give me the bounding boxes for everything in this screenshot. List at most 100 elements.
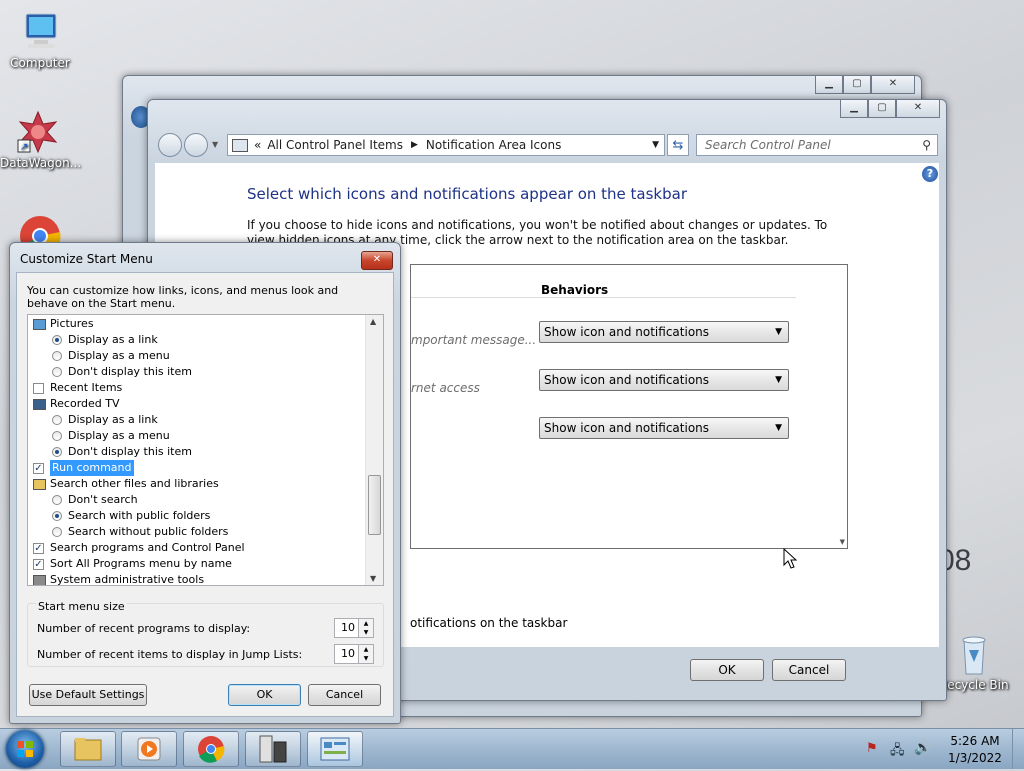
cancel-button[interactable]: Cancel bbox=[772, 659, 846, 681]
recent-items-stepper[interactable]: 10 ▲ ▼ bbox=[334, 644, 374, 664]
checkbox[interactable] bbox=[33, 382, 44, 394]
use-default-settings-button[interactable]: Use Default Settings bbox=[29, 684, 147, 706]
close-button[interactable]: ✕ bbox=[361, 251, 393, 270]
minimize-button[interactable]: ▁ bbox=[815, 76, 843, 94]
radio-button[interactable] bbox=[52, 431, 62, 441]
cancel-button[interactable]: Cancel bbox=[308, 684, 381, 706]
desktop-icon-recycle-bin[interactable]: Recycle Bin bbox=[936, 632, 1012, 692]
icons-list[interactable]: Behaviors mportant message... rnet acces… bbox=[410, 264, 848, 549]
checkbox[interactable]: ✓ bbox=[33, 558, 44, 570]
ok-button[interactable]: OK bbox=[690, 659, 764, 681]
list-item[interactable]: Display as a link bbox=[52, 412, 158, 428]
behavior-dropdown-2[interactable]: Show icon and notifications ▼ bbox=[539, 369, 789, 391]
radio-button[interactable] bbox=[52, 351, 62, 361]
list-item[interactable]: System administrative tools bbox=[33, 572, 205, 586]
desktop-icon-computer[interactable]: Computer bbox=[2, 10, 78, 70]
windows-logo-icon bbox=[17, 741, 33, 757]
search-icon[interactable]: ⚲ bbox=[922, 138, 931, 152]
desktop-icon-datawagon[interactable]: ↗ DataWagon... bbox=[0, 110, 81, 170]
list-item[interactable]: Pictures bbox=[33, 316, 94, 332]
list-item[interactable]: ✓ Run command bbox=[33, 460, 134, 476]
list-scroll-down-icon[interactable]: ▼ bbox=[840, 538, 845, 546]
address-dropdown-icon[interactable]: ▼ bbox=[652, 140, 659, 150]
clock-date[interactable]: 1/3/2022 bbox=[945, 751, 1005, 765]
taskbar-media-player-button[interactable] bbox=[121, 731, 177, 767]
radio-button[interactable] bbox=[52, 511, 62, 521]
list-item[interactable]: Display as a menu bbox=[52, 348, 170, 364]
list-item[interactable]: Search with public folders bbox=[52, 508, 210, 524]
breadcrumb-all-items[interactable]: All Control Panel Items bbox=[267, 138, 403, 152]
stepper-down-icon[interactable]: ▼ bbox=[358, 654, 373, 663]
customize-start-menu-dialog[interactable]: Customize Start Menu ✕ You can customize… bbox=[9, 242, 401, 724]
behavior-dropdown-1[interactable]: Show icon and notifications ▼ bbox=[539, 321, 789, 343]
list-item-label: Recorded TV bbox=[50, 397, 120, 410]
dropdown-arrow-icon: ▼ bbox=[775, 375, 782, 385]
close-button[interactable]: ✕ bbox=[896, 100, 940, 118]
list-item[interactable]: Don't display this item bbox=[52, 444, 192, 460]
taskbar-chrome-button[interactable] bbox=[183, 731, 239, 767]
list-item[interactable]: Search without public folders bbox=[52, 524, 228, 540]
vertical-scrollbar[interactable]: ▲ ▼ bbox=[365, 315, 383, 585]
list-item-label: System administrative tools bbox=[50, 573, 205, 586]
list-item[interactable]: Display as a link bbox=[52, 332, 158, 348]
address-bar[interactable]: « All Control Panel Items ▶ Notification… bbox=[227, 134, 665, 156]
list-item[interactable]: ✓ Sort All Programs menu by name bbox=[33, 556, 232, 572]
always-show-checkbox-label[interactable]: otifications on the taskbar bbox=[410, 616, 567, 630]
scroll-thumb[interactable] bbox=[368, 475, 381, 535]
radio-button[interactable] bbox=[52, 527, 62, 537]
radio-button[interactable] bbox=[52, 335, 62, 345]
radio-button[interactable] bbox=[52, 447, 62, 457]
action-center-icon[interactable]: ⚑ bbox=[866, 741, 878, 756]
list-item-label: Don't display this item bbox=[68, 365, 192, 378]
breadcrumb-separator-icon[interactable]: ▶ bbox=[411, 140, 418, 150]
volume-icon[interactable]: 🔊 bbox=[914, 740, 931, 756]
list-item-label: Search without public folders bbox=[68, 525, 229, 538]
radio-button[interactable] bbox=[52, 495, 62, 505]
search-input[interactable]: Search Control Panel bbox=[705, 138, 831, 152]
dropdown-arrow-icon: ▼ bbox=[775, 327, 782, 337]
ok-button[interactable]: OK bbox=[228, 684, 301, 706]
list-item[interactable]: Recent Items bbox=[33, 380, 122, 396]
taskbar-explorer-button[interactable] bbox=[60, 731, 116, 767]
breadcrumb-notification-icons[interactable]: Notification Area Icons bbox=[426, 138, 561, 152]
scroll-down-icon[interactable]: ▼ bbox=[370, 574, 376, 583]
list-item[interactable]: Don't search bbox=[52, 492, 138, 508]
scroll-up-icon[interactable]: ▲ bbox=[370, 317, 376, 326]
forward-button[interactable] bbox=[184, 133, 208, 157]
close-button[interactable]: ✕ bbox=[871, 76, 915, 94]
stepper-down-icon[interactable]: ▼ bbox=[358, 628, 373, 637]
help-icon[interactable]: ? bbox=[922, 166, 938, 182]
checkbox[interactable]: ✓ bbox=[33, 462, 44, 474]
control-panel-icon bbox=[320, 737, 350, 761]
stepper-up-icon[interactable]: ▲ bbox=[358, 645, 373, 654]
list-item[interactable]: Display as a menu bbox=[52, 428, 170, 444]
behavior-dropdown-3[interactable]: Show icon and notifications ▼ bbox=[539, 417, 789, 439]
recent-programs-stepper[interactable]: 10 ▲ ▼ bbox=[334, 618, 374, 638]
list-item[interactable]: ✓ Search programs and Control Panel bbox=[33, 540, 245, 556]
radio-button[interactable] bbox=[52, 415, 62, 425]
recent-pages-chevron-icon[interactable]: ▼ bbox=[212, 140, 218, 149]
clock-time[interactable]: 5:26 AM bbox=[945, 734, 1005, 748]
start-menu-options-list[interactable]: Pictures Display as a link Display as a me… bbox=[27, 314, 384, 586]
refresh-button[interactable]: ⇆ bbox=[667, 134, 689, 156]
row-description: mportant message... bbox=[411, 333, 537, 347]
checkbox[interactable]: ✓ bbox=[33, 542, 44, 554]
maximize-button[interactable]: ▢ bbox=[843, 76, 871, 94]
pictures-icon bbox=[33, 318, 46, 330]
search-box[interactable]: Search Control Panel ⚲ bbox=[696, 134, 938, 156]
back-button[interactable] bbox=[158, 133, 182, 157]
list-item[interactable]: Recorded TV bbox=[33, 396, 120, 412]
radio-button[interactable] bbox=[52, 367, 62, 377]
list-item[interactable]: Search other files and libraries bbox=[33, 476, 219, 492]
stepper-up-icon[interactable]: ▲ bbox=[358, 619, 373, 628]
recent-programs-label: Number of recent programs to display: bbox=[37, 622, 251, 635]
maximize-button[interactable]: ▢ bbox=[868, 100, 896, 118]
taskbar-server-manager-button[interactable] bbox=[245, 731, 301, 767]
network-icon[interactable]: 🖧 bbox=[890, 741, 905, 763]
page-heading: Select which icons and notifications app… bbox=[247, 185, 687, 203]
minimize-button[interactable]: ▁ bbox=[840, 100, 868, 118]
start-button[interactable] bbox=[6, 730, 44, 768]
list-item[interactable]: Don't display this item bbox=[52, 364, 192, 380]
show-desktop-button[interactable] bbox=[1012, 729, 1024, 769]
taskbar-control-panel-button[interactable] bbox=[307, 731, 363, 767]
